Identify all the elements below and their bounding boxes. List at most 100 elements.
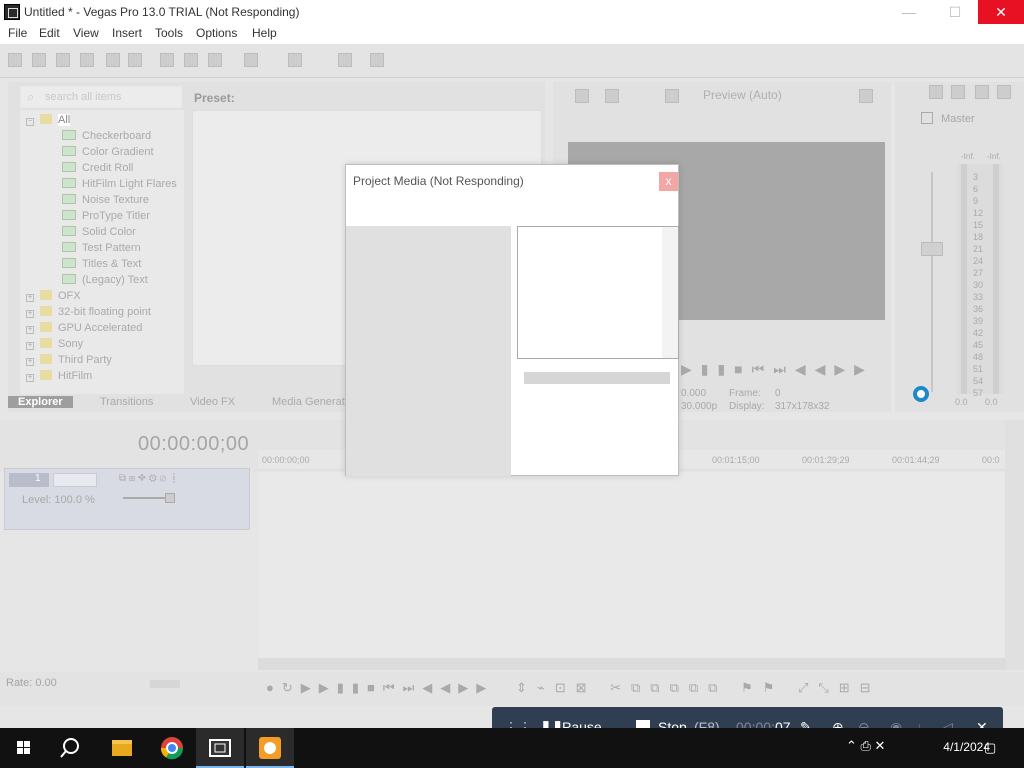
redo-icon[interactable] [288, 53, 302, 67]
tab-video-fx[interactable]: Video FX [190, 396, 235, 408]
edit-tools[interactable]: ⇕⌁⊡⊠ ✂⧉⧉⧉⧉⧉ ⚑⚑ ⤢⤡⊞⊟ [516, 680, 881, 696]
tab-media-generators[interactable]: Media Generat [272, 396, 345, 408]
recorder-taskbar-button[interactable] [246, 728, 294, 768]
master-knob-icon[interactable] [913, 386, 929, 402]
menu-options[interactable]: Options [196, 26, 237, 40]
maximize-button[interactable]: ☐ [932, 0, 978, 24]
media-generator-icon [62, 258, 76, 268]
start-button[interactable] [0, 728, 48, 768]
external-monitor-icon[interactable] [605, 89, 619, 103]
expand-icon[interactable]: + [26, 374, 34, 382]
menu-edit[interactable]: Edit [39, 26, 60, 40]
preview-fx-icon[interactable] [665, 89, 679, 103]
tree-item[interactable]: Credit Roll [62, 162, 133, 174]
menu-view[interactable]: View [73, 26, 99, 40]
tree-item[interactable]: + Third Party [26, 354, 112, 366]
whats-this-help-icon[interactable] [370, 53, 384, 67]
file-explorer-taskbar-button[interactable] [98, 728, 146, 768]
tab-explorer[interactable]: Explorer [8, 396, 73, 408]
level-left-value: 0.0 [955, 397, 968, 407]
track-name-field[interactable] [53, 473, 97, 487]
tree-item[interactable]: Solid Color [62, 226, 136, 238]
preview-quality-dropdown[interactable]: Preview (Auto) [703, 88, 782, 102]
tree-item[interactable]: + GPU Accelerated [26, 322, 142, 334]
expand-icon[interactable]: + [26, 326, 34, 334]
new-file-icon[interactable] [8, 53, 22, 67]
project-framerate: 30.000p [681, 401, 718, 412]
vegas-icon [209, 739, 231, 757]
search-taskbar-button[interactable] [48, 728, 96, 768]
tree-item[interactable]: HitFilm Light Flares [62, 178, 177, 190]
tree-item[interactable]: (Legacy) Text [62, 274, 148, 286]
tree-item[interactable]: + OFX [26, 290, 81, 302]
close-window-button[interactable]: ✕ [978, 0, 1024, 24]
tree-item[interactable]: Checkerboard [62, 130, 151, 142]
save-as-icon[interactable] [80, 53, 94, 67]
menu-help[interactable]: Help [252, 26, 277, 40]
level-right-value: 0.0 [985, 397, 998, 407]
system-tray-icons[interactable]: ⌃ ⎙ ✕ [846, 738, 885, 754]
preview-settings-icon[interactable] [575, 89, 589, 103]
properties-icon[interactable] [128, 53, 142, 67]
timeline-horizontal-scrollbar[interactable] [258, 658, 1006, 670]
tree-item[interactable]: ProType Titler [62, 210, 150, 222]
timeline-vertical-scrollbar[interactable] [1005, 420, 1024, 670]
reset-peaks-icon[interactable] [997, 85, 1011, 99]
dim-output-icon[interactable] [975, 85, 989, 99]
open-folder-icon[interactable] [32, 53, 46, 67]
copy-icon[interactable] [184, 53, 198, 67]
media-list[interactable] [517, 226, 679, 359]
menu-tools[interactable]: Tools [155, 26, 183, 40]
minimize-button[interactable]: — [886, 0, 932, 24]
timeline-tracks-area[interactable] [258, 472, 1006, 658]
undo-icon[interactable] [244, 53, 258, 67]
dialog-close-button[interactable]: x [659, 172, 678, 191]
downmix-icon[interactable] [951, 85, 965, 99]
render-icon[interactable] [106, 53, 120, 67]
save-icon[interactable] [56, 53, 70, 67]
tree-item-all[interactable]: − All [26, 114, 71, 126]
master-fx-icon[interactable] [921, 112, 933, 124]
cut-icon[interactable] [160, 53, 174, 67]
vegas-taskbar-button[interactable] [196, 728, 244, 768]
notifications-icon[interactable]: ▢ [984, 740, 996, 756]
taskbar-date: 4/1/2024 [943, 740, 990, 754]
paste-icon[interactable] [208, 53, 222, 67]
chrome-taskbar-button[interactable] [148, 728, 196, 768]
tree-item[interactable]: Test Pattern [62, 242, 141, 254]
ruler-mark: 00:01:15;00 [712, 455, 760, 465]
tree-item[interactable]: Noise Texture [62, 194, 149, 206]
tree-item[interactable]: + Sony [26, 338, 83, 350]
playback-controls[interactable]: ▶▮▮■⏮⏭◀◀▶▶ [681, 361, 874, 378]
media-generator-icon [62, 274, 76, 284]
track-controls-icons[interactable]: ⧉ ⊞ ✥ ⚙ ⊘ ┇ [119, 473, 179, 484]
tab-transitions[interactable]: Transitions [100, 396, 153, 408]
window-title: Untitled * - Vegas Pro 13.0 TRIAL (Not R… [24, 5, 300, 19]
expand-icon[interactable]: + [26, 358, 34, 366]
menu-insert[interactable]: Insert [112, 26, 142, 40]
level-slider-handle[interactable] [165, 493, 175, 503]
copy-snapshot-icon[interactable] [859, 89, 873, 103]
track-level-label: Level: 100.0 % [22, 494, 95, 506]
master-properties-icon[interactable] [929, 85, 943, 99]
tree-item[interactable]: Titles & Text [62, 258, 141, 270]
ruler-mark: 00:01:29;29 [802, 455, 850, 465]
tree-item[interactable]: +32-bit floating point [26, 306, 151, 318]
transport-controls[interactable]: ●↻▶▶▮▮■⏮⏭◀◀▶▶ [266, 680, 494, 696]
tree-item[interactable]: Color Gradient [62, 146, 154, 158]
edit-tool-icon[interactable] [338, 53, 352, 67]
peak-right: -Inf. [987, 152, 1001, 161]
title-bar: Untitled * - Vegas Pro 13.0 TRIAL (Not R… [0, 0, 1024, 24]
expand-icon[interactable]: + [26, 294, 34, 302]
expand-icon[interactable]: + [26, 310, 34, 318]
rate-slider[interactable] [150, 680, 180, 688]
media-list-scrollbar[interactable] [662, 227, 678, 358]
search-icon: ⌕ [27, 89, 35, 104]
expand-icon[interactable]: + [26, 342, 34, 350]
collapse-icon[interactable]: − [26, 118, 34, 126]
search-input[interactable]: search all items ⌕ [20, 86, 182, 108]
menu-file[interactable]: File [8, 26, 27, 40]
recorder-icon [259, 737, 281, 759]
master-fader-handle[interactable] [921, 242, 943, 256]
tree-item[interactable]: + HitFilm [26, 370, 92, 382]
